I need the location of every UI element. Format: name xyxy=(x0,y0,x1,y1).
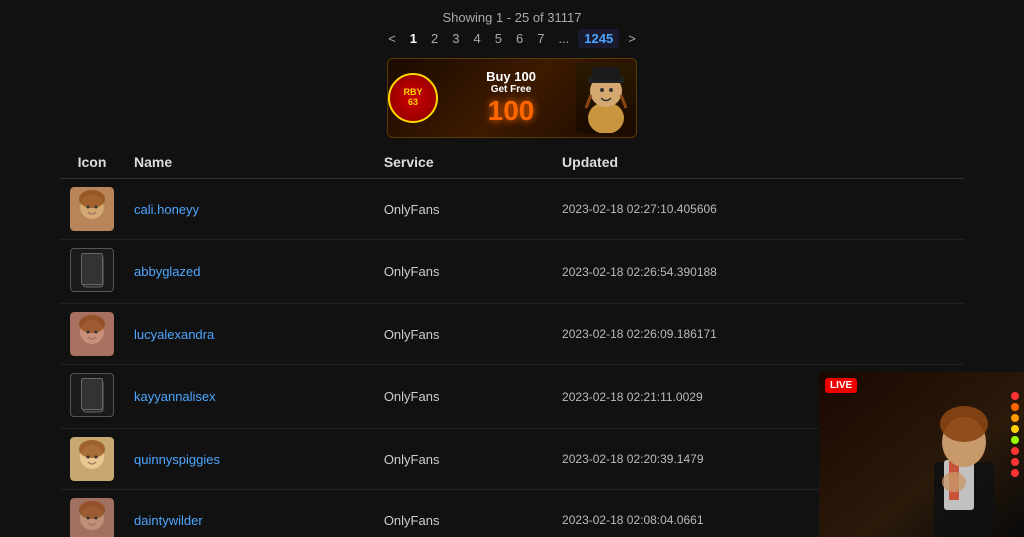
live-dot-6 xyxy=(1011,447,1019,455)
user-name-cell[interactable]: quinnyspiggies xyxy=(124,429,374,490)
pagination-page-5[interactable]: 5 xyxy=(490,29,507,48)
live-stream-overlay[interactable]: LIVE xyxy=(819,372,1024,537)
pagination-page-2[interactable]: 2 xyxy=(426,29,443,48)
banner-logo-text: RBY63 xyxy=(403,88,422,108)
table-header-row: Icon Name Service Updated xyxy=(60,146,964,179)
avatar xyxy=(70,312,114,356)
live-dot-2 xyxy=(1011,403,1019,411)
column-header-name: Name xyxy=(124,146,374,179)
banner-logo: RBY63 xyxy=(388,73,438,123)
live-dot-4 xyxy=(1011,425,1019,433)
banner-buy-text: Buy 100 xyxy=(486,69,536,84)
pagination-page-1245[interactable]: 1245 xyxy=(578,29,619,48)
banner-get-free-text: Get Free xyxy=(486,84,536,95)
column-header-icon: Icon xyxy=(60,146,124,179)
live-badge: LIVE xyxy=(825,378,857,393)
user-name-link[interactable]: cali.honeyy xyxy=(134,202,199,217)
live-dot-5 xyxy=(1011,436,1019,444)
user-name-link[interactable]: daintywilder xyxy=(134,513,203,528)
banner-pirate-image xyxy=(576,63,636,133)
user-service-cell: OnlyFans xyxy=(374,490,552,537)
user-updated-cell: 2023-02-18 02:27:10.405606 xyxy=(552,179,964,240)
user-icon-cell xyxy=(60,365,124,429)
banner-left: RBY63 xyxy=(388,73,438,123)
user-icon-cell xyxy=(60,179,124,240)
live-dot-3 xyxy=(1011,414,1019,422)
user-name-link[interactable]: kayyannalisex xyxy=(134,389,216,404)
avatar xyxy=(70,437,114,481)
pagination-page-4[interactable]: 4 xyxy=(469,29,486,48)
user-name-link[interactable]: quinnyspiggies xyxy=(134,452,220,467)
advertisement-banner[interactable]: RBY63 Buy 100 Get Free 100 xyxy=(0,58,1024,138)
user-name-link[interactable]: lucyalexandra xyxy=(134,327,214,342)
user-name-cell[interactable]: cali.honeyy xyxy=(124,179,374,240)
pagination-prev[interactable]: < xyxy=(383,29,401,48)
user-name-cell[interactable]: daintywilder xyxy=(124,490,374,537)
live-dot-8 xyxy=(1011,469,1019,477)
avatar xyxy=(70,498,114,537)
pagination-ellipsis: ... xyxy=(553,29,574,48)
pagination-page-7[interactable]: 7 xyxy=(532,29,549,48)
table-row: lucyalexandra OnlyFans2023-02-18 02:26:09… xyxy=(60,304,964,365)
avatar xyxy=(70,187,114,231)
pagination-page-1[interactable]: 1 xyxy=(405,29,422,48)
pagination-page-6[interactable]: 6 xyxy=(511,29,528,48)
live-dot-1 xyxy=(1011,392,1019,400)
banner-box[interactable]: RBY63 Buy 100 Get Free 100 xyxy=(387,58,637,138)
user-icon-cell xyxy=(60,490,124,537)
user-updated-cell: 2023-02-18 02:26:09.186171 xyxy=(552,304,964,365)
pagination-page-3[interactable]: 3 xyxy=(447,29,464,48)
table-row: cali.honeyy OnlyFans2023-02-18 02:27:10.4… xyxy=(60,179,964,240)
user-updated-cell: 2023-02-18 02:26:54.390188 xyxy=(552,240,964,304)
user-name-cell[interactable]: abbyglazed xyxy=(124,240,374,304)
page-wrapper: Showing 1 - 25 of 31117 < 1 2 3 4 5 6 7 … xyxy=(0,0,1024,537)
user-service-cell: OnlyFans xyxy=(374,179,552,240)
avatar xyxy=(70,248,114,292)
user-name-cell[interactable]: kayyannalisex xyxy=(124,365,374,429)
user-name-cell[interactable]: lucyalexandra xyxy=(124,304,374,365)
user-icon-cell xyxy=(60,304,124,365)
pagination-next[interactable]: > xyxy=(623,29,641,48)
user-service-cell: OnlyFans xyxy=(374,240,552,304)
banner-text: Buy 100 Get Free 100 xyxy=(486,69,536,127)
pagination-pages: < 1 2 3 4 5 6 7 ... 1245 > xyxy=(0,29,1024,48)
column-header-updated: Updated xyxy=(552,146,964,179)
pagination: Showing 1 - 25 of 31117 < 1 2 3 4 5 6 7 … xyxy=(0,0,1024,54)
live-dots-decoration xyxy=(1011,392,1019,477)
live-video-background: LIVE xyxy=(819,372,1024,537)
user-service-cell: OnlyFans xyxy=(374,429,552,490)
column-header-service: Service xyxy=(374,146,552,179)
user-service-cell: OnlyFans xyxy=(374,365,552,429)
pagination-showing: Showing 1 - 25 of 31117 xyxy=(0,10,1024,25)
avatar xyxy=(70,373,114,417)
live-dot-7 xyxy=(1011,458,1019,466)
banner-number: 100 xyxy=(486,95,536,127)
user-service-cell: OnlyFans xyxy=(374,304,552,365)
user-icon-cell xyxy=(60,240,124,304)
user-icon-cell xyxy=(60,429,124,490)
table-row: abbyglazed OnlyFans2023-02-18 02:26:54.39… xyxy=(60,240,964,304)
user-name-link[interactable]: abbyglazed xyxy=(134,264,201,279)
